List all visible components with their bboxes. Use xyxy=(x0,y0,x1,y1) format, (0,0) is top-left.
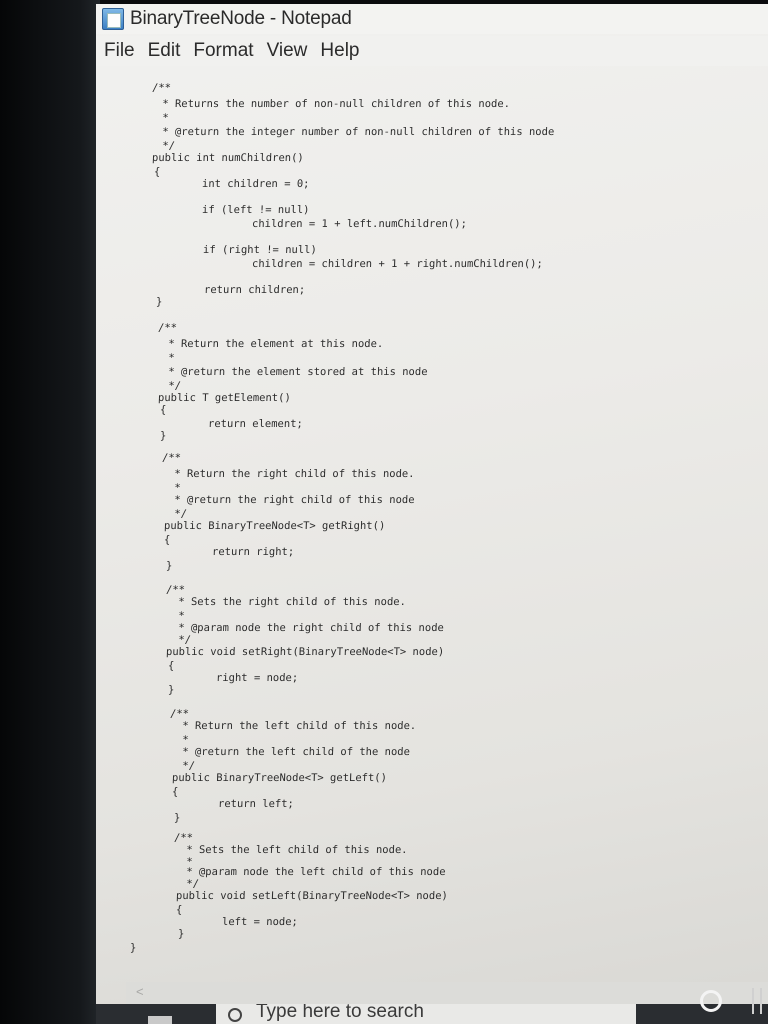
code-line: * xyxy=(155,112,169,124)
code-line: } xyxy=(165,560,173,572)
code-line: * xyxy=(175,734,189,746)
code-line: int children = 0; xyxy=(201,178,310,190)
code-line: return right; xyxy=(211,546,295,558)
code-line: * xyxy=(171,610,185,622)
code-line: * @return the left child of the node xyxy=(175,746,411,758)
code-line: } xyxy=(159,430,167,442)
code-line: */ xyxy=(175,760,196,772)
code-line: if (right != null) xyxy=(202,244,318,256)
code-line: /** xyxy=(157,322,178,334)
menu-edit[interactable]: Edit xyxy=(148,40,181,62)
code-line: { xyxy=(163,534,171,546)
code-line: */ xyxy=(171,634,192,646)
code-line: if (left != null) xyxy=(201,204,310,216)
code-line: * @return the integer number of non-null… xyxy=(155,126,555,138)
code-line: */ xyxy=(161,380,182,392)
title-bar[interactable]: BinaryTreeNode - Notepad xyxy=(96,4,768,34)
code-line: } xyxy=(177,928,185,940)
notepad-icon xyxy=(102,8,124,30)
code-line: public int numChildren() xyxy=(151,152,304,164)
menu-format[interactable]: Format xyxy=(193,40,253,62)
windows-start-icon[interactable] xyxy=(148,1016,172,1024)
code-line: * xyxy=(167,482,181,494)
code-line: public BinaryTreeNode<T> getRight() xyxy=(163,520,386,532)
search-placeholder: Type here to search xyxy=(256,1004,424,1022)
task-view-icon[interactable] xyxy=(752,988,762,1014)
code-line: * Return the element at this node. xyxy=(161,338,384,350)
code-line: { xyxy=(171,786,179,798)
code-line: public void setLeft(BinaryTreeNode<T> no… xyxy=(175,890,449,902)
menu-bar: File Edit Format View Help xyxy=(96,36,768,66)
code-line: right = node; xyxy=(215,672,299,684)
code-line: * @return the element stored at this nod… xyxy=(161,366,428,378)
search-icon xyxy=(228,1008,242,1022)
code-line: return left; xyxy=(217,798,295,810)
code-line: * Sets the left child of this node. xyxy=(179,844,408,856)
code-line: return children; xyxy=(203,284,306,296)
taskbar-search-box[interactable]: Type here to search xyxy=(216,1004,636,1024)
code-line: children = children + 1 + right.numChild… xyxy=(251,258,544,270)
code-line: * Sets the right child of this node. xyxy=(171,596,407,608)
scroll-left-arrow-icon[interactable]: < xyxy=(136,984,144,999)
code-line: * @param node the right child of this no… xyxy=(171,622,445,634)
code-line: } xyxy=(155,296,163,308)
code-line: */ xyxy=(167,508,188,520)
code-line: * Return the left child of this node. xyxy=(175,720,417,732)
code-line: { xyxy=(175,904,183,916)
menu-view[interactable]: View xyxy=(267,40,308,62)
menu-help[interactable]: Help xyxy=(320,40,359,62)
code-line: { xyxy=(159,404,167,416)
notepad-window: BinaryTreeNode - Notepad File Edit Forma… xyxy=(96,4,768,1004)
code-line: * Returns the number of non-null childre… xyxy=(155,98,511,110)
text-editor-area[interactable]: /** * Returns the number of non-null chi… xyxy=(96,66,768,986)
code-line: * xyxy=(161,352,175,364)
code-line: public T getElement() xyxy=(157,392,291,404)
code-line: return element; xyxy=(207,418,304,430)
taskbar: Type here to search xyxy=(96,1004,768,1024)
code-line: public BinaryTreeNode<T> getLeft() xyxy=(171,772,388,784)
code-line: } xyxy=(167,684,175,696)
cortana-icon[interactable] xyxy=(700,990,722,1012)
code-line: public void setRight(BinaryTreeNode<T> n… xyxy=(165,646,445,658)
code-line: * @param node the left child of this nod… xyxy=(179,866,446,878)
code-line: /** xyxy=(165,584,186,596)
code-line: { xyxy=(167,660,175,672)
code-line: */ xyxy=(179,878,200,890)
window-title: BinaryTreeNode - Notepad xyxy=(130,8,352,29)
code-line: } xyxy=(129,942,137,954)
code-line: { xyxy=(153,166,161,178)
code-line: left = node; xyxy=(221,916,299,928)
code-line: } xyxy=(173,812,181,824)
horizontal-scrollbar[interactable]: < xyxy=(126,982,768,1004)
code-line: children = 1 + left.numChildren(); xyxy=(251,218,468,230)
code-line: /** xyxy=(169,708,190,720)
code-line: * Return the right child of this node. xyxy=(167,468,415,480)
code-line: * @return the right child of this node xyxy=(167,494,415,506)
code-line: /** xyxy=(161,452,182,464)
monitor-bezel-left xyxy=(0,0,100,1024)
menu-file[interactable]: File xyxy=(104,40,135,62)
code-line: /** xyxy=(173,832,194,844)
code-line: */ xyxy=(155,140,176,152)
code-line: /** xyxy=(151,82,172,94)
